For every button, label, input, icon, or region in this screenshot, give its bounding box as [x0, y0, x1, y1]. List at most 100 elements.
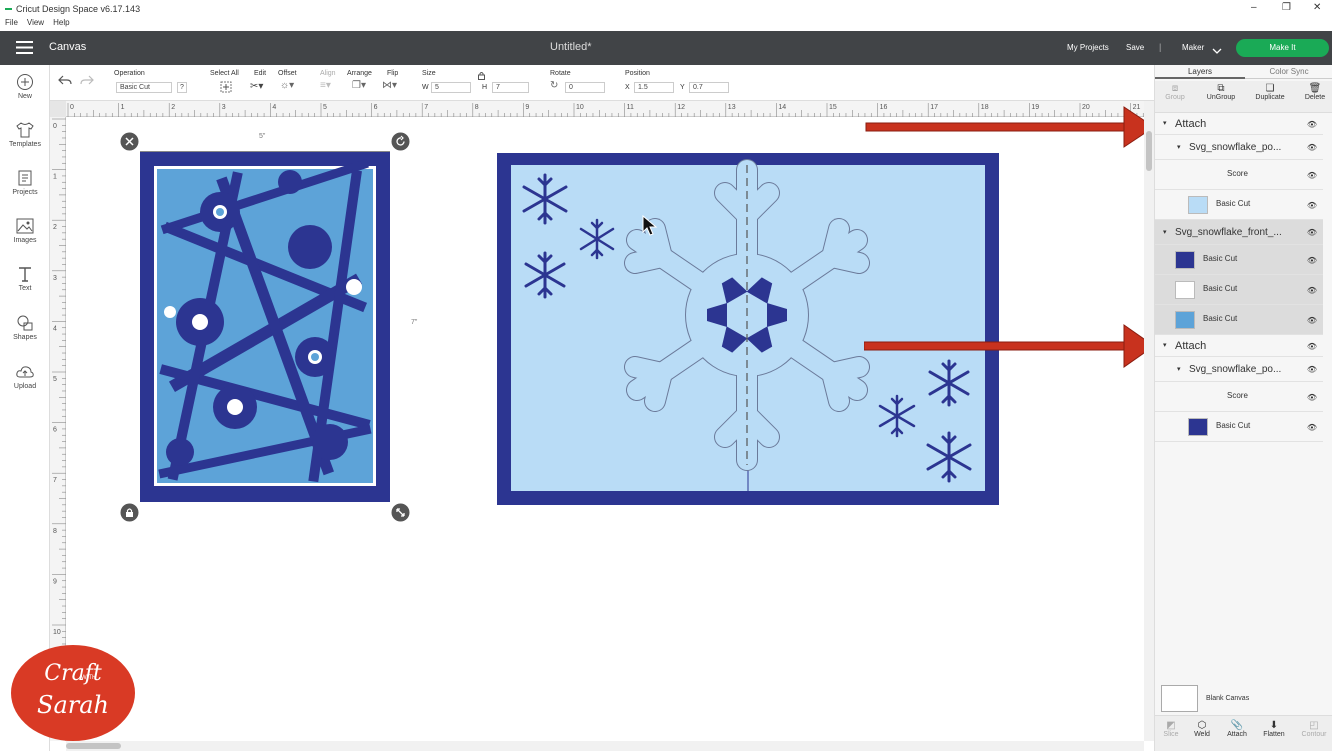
minimize-button[interactable]: –: [1251, 2, 1257, 13]
eye-icon[interactable]: 👁: [1307, 286, 1317, 295]
layer-row[interactable]: Score 👁: [1155, 382, 1323, 412]
logo-word-sarah: Sarah: [37, 691, 109, 719]
resize-handle-icon[interactable]: [391, 503, 410, 527]
menu-file[interactable]: File: [5, 18, 18, 27]
blank-canvas-swatch[interactable]: [1161, 685, 1198, 712]
layer-thumbnail: [1188, 196, 1208, 214]
canvas-horizontal-scrollbar[interactable]: [66, 741, 1144, 751]
layer-row[interactable]: Score 👁: [1155, 160, 1323, 190]
redo-icon[interactable]: [80, 74, 94, 88]
layer-scrollbar[interactable]: [1325, 121, 1331, 681]
eye-icon[interactable]: 👁: [1307, 228, 1317, 237]
eye-icon[interactable]: 👁: [1307, 393, 1317, 402]
slice-button[interactable]: ◩ Slice: [1157, 720, 1185, 738]
expand-caret-icon[interactable]: ▾: [1177, 365, 1181, 373]
craft-with-sarah-logo: Craft WITH Sarah: [11, 645, 135, 741]
section-title: Canvas: [49, 41, 87, 53]
eye-icon[interactable]: 👁: [1307, 365, 1317, 374]
h-scroll-thumb[interactable]: [66, 743, 121, 749]
nav-images[interactable]: Images: [0, 217, 50, 244]
eye-icon[interactable]: 👁: [1307, 201, 1317, 210]
contour-icon: ◰: [1309, 720, 1319, 731]
layer-name: Score: [1227, 391, 1248, 400]
expand-caret-icon[interactable]: ▾: [1163, 119, 1167, 127]
my-projects-link[interactable]: My Projects: [1067, 43, 1109, 52]
layer-row[interactable]: Basic Cut 👁: [1155, 190, 1323, 220]
expand-caret-icon[interactable]: ▾: [1163, 341, 1167, 349]
layer-group-row[interactable]: ▾ Svg_snowflake_front_... 👁: [1155, 220, 1323, 245]
contour-button[interactable]: ◰ Contour: [1297, 720, 1331, 738]
ruler-tick-label: 5: [323, 104, 327, 111]
offset-icon[interactable]: ☼▾: [280, 80, 294, 91]
expand-caret-icon[interactable]: ▾: [1177, 143, 1181, 151]
layer-row[interactable]: Basic Cut 👁: [1155, 275, 1323, 305]
layer-name: Attach: [1175, 118, 1207, 130]
nav-templates[interactable]: Templates: [0, 121, 50, 148]
snowflake-front-card[interactable]: [140, 152, 390, 502]
layer-row[interactable]: ▾ Svg_snowflake_po... 👁: [1155, 357, 1323, 382]
x-position-input[interactable]: 1.5: [634, 82, 674, 93]
group-button[interactable]: ⧈ Group: [1159, 83, 1191, 101]
ruler-tick-label: 4: [53, 325, 57, 332]
make-it-button[interactable]: Make It: [1236, 39, 1329, 57]
lock-aspect-icon[interactable]: [477, 71, 486, 82]
attach-button[interactable]: 📎 Attach: [1221, 720, 1253, 738]
scroll-thumb[interactable]: [1146, 131, 1152, 171]
design-canvas[interactable]: 5" 7": [66, 106, 1154, 741]
lock-icon[interactable]: [120, 503, 139, 527]
layer-group-row[interactable]: ▾ Attach 👁: [1155, 113, 1323, 135]
delete-button[interactable]: 🗑 Delete: [1297, 83, 1332, 101]
nav-shapes[interactable]: Shapes: [0, 314, 50, 341]
logo-word-craft: Craft: [44, 661, 102, 686]
ruler-tick-label: 6: [53, 427, 57, 434]
eye-icon[interactable]: 👁: [1307, 171, 1317, 180]
menu-view[interactable]: View: [27, 18, 44, 27]
height-input[interactable]: 7: [492, 82, 529, 93]
nav-text[interactable]: Text: [0, 265, 50, 292]
expand-caret-icon[interactable]: ▾: [1163, 228, 1167, 236]
tab-color-sync[interactable]: Color Sync: [1245, 65, 1332, 79]
eye-icon[interactable]: 👁: [1307, 316, 1317, 325]
flatten-button[interactable]: ⬇ Flatten: [1257, 720, 1291, 738]
close-window-button[interactable]: ✕: [1313, 2, 1321, 13]
eye-icon[interactable]: 👁: [1307, 342, 1317, 351]
eye-icon[interactable]: 👁: [1307, 256, 1317, 265]
layer-group-row[interactable]: ▾ Attach 👁: [1155, 335, 1323, 357]
arrange-icon[interactable]: ❐▾: [352, 80, 366, 91]
machine-select[interactable]: Maker: [1182, 43, 1204, 52]
menu-help[interactable]: Help: [53, 18, 69, 27]
flip-icon[interactable]: ⋈▾: [382, 80, 397, 91]
eye-icon[interactable]: 👁: [1307, 423, 1317, 432]
tab-layers[interactable]: Layers: [1155, 65, 1245, 79]
undo-icon[interactable]: [58, 74, 72, 88]
layer-row[interactable]: ▾ Svg_snowflake_po... 👁: [1155, 135, 1323, 160]
hamburger-menu-icon[interactable]: [16, 41, 33, 59]
select-all-icon[interactable]: [220, 81, 232, 95]
canvas-scrollbar[interactable]: [1144, 101, 1154, 741]
width-input[interactable]: 5: [431, 82, 471, 93]
layer-row[interactable]: Basic Cut 👁: [1155, 245, 1323, 275]
rotate-input[interactable]: 0: [565, 82, 605, 93]
annotation-arrows: [864, 106, 1154, 368]
nav-projects[interactable]: Projects: [0, 169, 50, 196]
align-icon[interactable]: ≡▾: [320, 80, 331, 91]
nav-upload[interactable]: Upload: [0, 363, 50, 390]
project-name[interactable]: Untitled*: [550, 41, 592, 53]
eye-icon[interactable]: 👁: [1307, 143, 1317, 152]
scissors-icon[interactable]: ✂▾: [250, 81, 263, 92]
ruler-tick-label: 14: [778, 104, 786, 111]
operation-select[interactable]: Basic Cut: [116, 82, 172, 93]
weld-button[interactable]: ⬡ Weld: [1188, 720, 1216, 738]
layer-row[interactable]: Basic Cut 👁: [1155, 305, 1323, 335]
close-icon[interactable]: [120, 132, 139, 156]
save-link[interactable]: Save: [1126, 43, 1144, 52]
duplicate-button[interactable]: ❏ Duplicate: [1251, 83, 1289, 101]
operation-help-button[interactable]: ?: [177, 82, 187, 93]
eye-icon[interactable]: 👁: [1307, 120, 1317, 129]
y-position-input[interactable]: 0.7: [689, 82, 729, 93]
maximize-button[interactable]: ❐: [1282, 2, 1291, 13]
rotate-handle-icon[interactable]: [391, 132, 410, 156]
nav-new[interactable]: New: [0, 73, 50, 100]
layer-row[interactable]: Basic Cut 👁: [1155, 412, 1323, 442]
ungroup-button[interactable]: ⧉ UnGroup: [1201, 83, 1241, 101]
